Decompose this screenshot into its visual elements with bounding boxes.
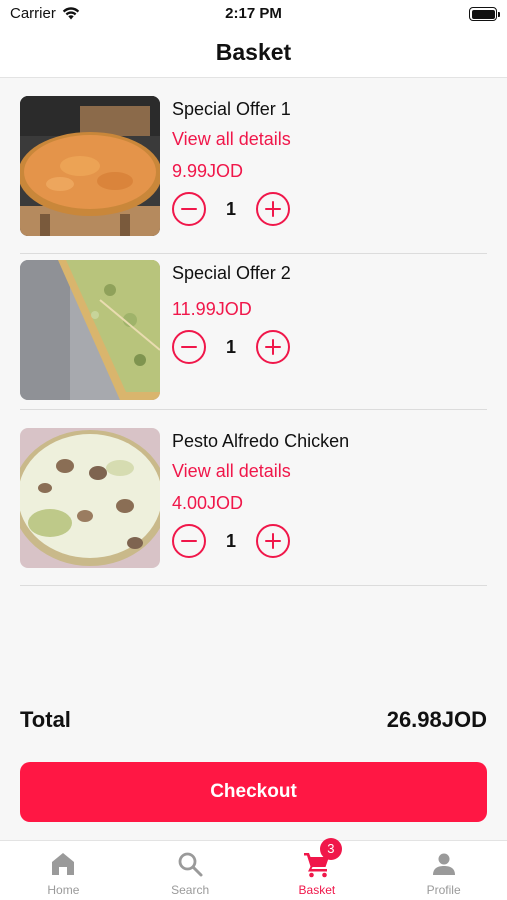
item-info: Special Offer 2 11.99JOD 1	[172, 260, 487, 364]
basket-item: Special Offer 1 View all details 9.99JOD…	[20, 96, 487, 254]
total-value: 26.98JOD	[386, 707, 487, 732]
battery-icon	[469, 7, 500, 21]
cart-count-badge: 3	[319, 838, 342, 860]
pizza-image	[20, 428, 160, 568]
navigation-bar: Basket	[0, 28, 507, 78]
view-details-link[interactable]: View all details	[172, 458, 487, 484]
item-price: 4.00JOD	[172, 493, 244, 513]
tab-search[interactable]: Search	[127, 841, 254, 900]
item-name: Special Offer 2	[172, 263, 291, 283]
basket-item: Special Offer 2 11.99JOD 1	[20, 260, 487, 410]
decrease-quantity-button[interactable]	[172, 330, 206, 364]
home-icon	[49, 850, 77, 878]
basket-list: Special Offer 1 View all details 9.99JOD…	[20, 96, 487, 586]
item-price: 9.99JOD	[172, 161, 244, 181]
tab-label: Profile	[426, 883, 461, 897]
pizza-image	[20, 260, 160, 400]
search-icon	[176, 850, 204, 878]
increase-quantity-button[interactable]	[256, 524, 290, 558]
quantity-value: 1	[225, 530, 236, 551]
tab-bar: Home Search 3 Basket Profile	[0, 838, 507, 900]
tab-label: Home	[47, 883, 80, 897]
checkout-button[interactable]: Checkout	[20, 762, 487, 822]
tab-label: Basket	[298, 883, 336, 897]
total-label: Total	[20, 707, 71, 732]
quantity-stepper: 1	[172, 524, 487, 558]
status-time: 2:17 PM	[225, 5, 282, 22]
decrease-quantity-button[interactable]	[172, 192, 206, 226]
decrease-quantity-button[interactable]	[172, 524, 206, 558]
total-row: Total 26.98JOD	[20, 703, 487, 737]
item-info: Special Offer 1 View all details 9.99JOD…	[172, 96, 487, 226]
tab-home[interactable]: Home	[0, 841, 127, 900]
view-details-link[interactable]: View all details	[172, 126, 487, 152]
pizza-image	[20, 96, 160, 236]
quantity-value: 1	[225, 336, 236, 357]
increase-quantity-button[interactable]	[256, 330, 290, 364]
profile-icon	[430, 850, 458, 878]
quantity-stepper: 1	[172, 192, 487, 226]
increase-quantity-button[interactable]	[256, 192, 290, 226]
status-bar: Carrier 2:17 PM	[0, 0, 507, 28]
item-info: Pesto Alfredo Chicken View all details 4…	[172, 428, 487, 558]
cart-icon: 3	[303, 838, 342, 878]
quantity-value: 1	[225, 198, 236, 219]
quantity-stepper: 1	[172, 330, 487, 364]
page-title: Basket	[215, 39, 292, 65]
item-name: Pesto Alfredo Chicken	[172, 431, 350, 451]
tab-basket[interactable]: 3 Basket	[254, 838, 381, 900]
item-price: 11.99JOD	[172, 299, 252, 319]
item-name: Special Offer 1	[172, 99, 291, 119]
tab-label: Search	[171, 883, 210, 897]
basket-item: Pesto Alfredo Chicken View all details 4…	[20, 428, 487, 586]
tab-profile[interactable]: Profile	[380, 841, 507, 900]
